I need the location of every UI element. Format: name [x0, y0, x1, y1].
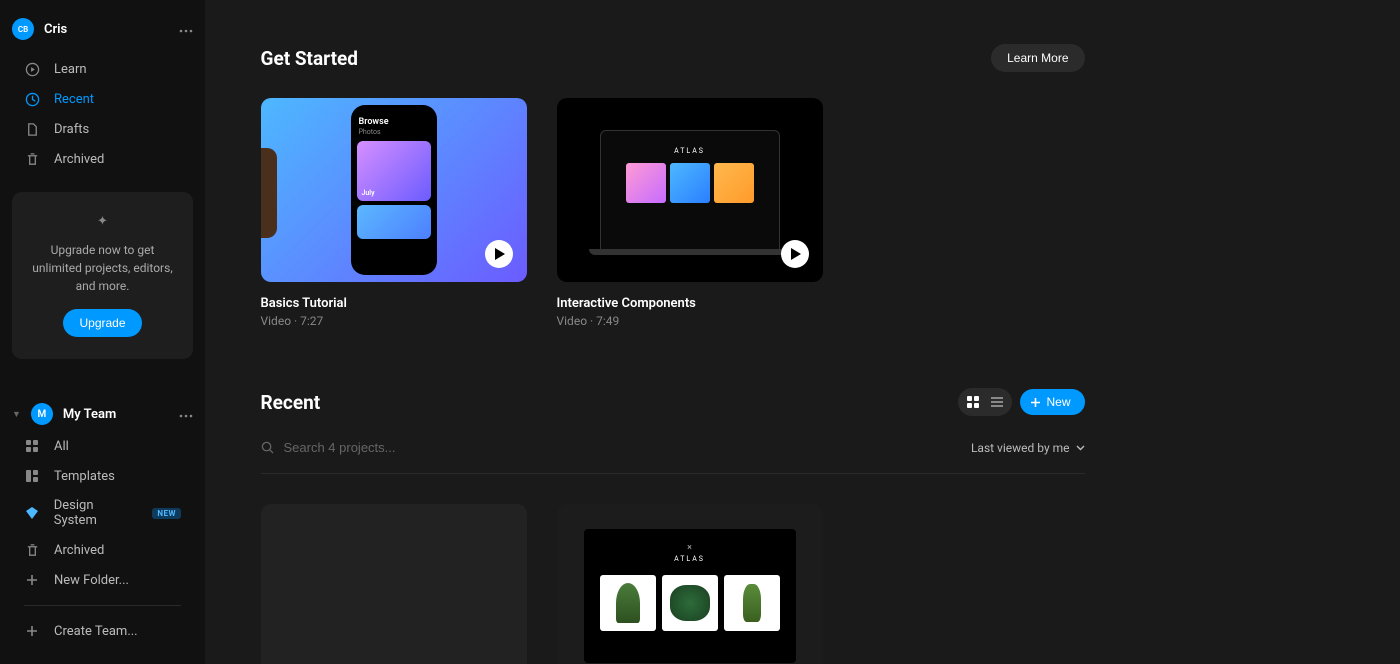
- new-badge: NEW: [152, 508, 181, 519]
- play-icon: [781, 240, 809, 268]
- caret-down-icon: ▼: [12, 409, 21, 420]
- clock-icon: [24, 91, 40, 107]
- team-name: My Team: [63, 407, 169, 422]
- file-icon: [24, 121, 40, 137]
- nav-label: Drafts: [54, 122, 89, 137]
- nav-recent[interactable]: Recent: [12, 84, 193, 114]
- phone-subtitle: Photos: [357, 128, 431, 141]
- play-circle-icon: [24, 61, 40, 77]
- plus-icon: [1030, 397, 1041, 408]
- nav-label: All: [54, 439, 69, 454]
- sidebar: CB Cris Learn Recent Drafts Archived ✦ U…: [0, 0, 205, 664]
- nav-label: Create Team...: [54, 624, 138, 639]
- plus-icon: [24, 623, 40, 639]
- video-cards-row: Browse Photos July Basics Tutorial Video…: [261, 98, 1085, 328]
- diamond-icon: [24, 505, 40, 521]
- user-row: CB Cris: [0, 18, 205, 54]
- sort-label: Last viewed by me: [971, 441, 1070, 455]
- team-item-design-system[interactable]: Design System NEW: [12, 491, 193, 535]
- nav-label: Learn: [54, 62, 87, 77]
- team-row[interactable]: ▼ M My Team: [0, 397, 205, 431]
- team-item-all[interactable]: All: [12, 431, 193, 461]
- nav-drafts[interactable]: Drafts: [12, 114, 193, 144]
- view-toggle: [958, 388, 1012, 416]
- team-avatar: M: [31, 403, 53, 425]
- nav-learn[interactable]: Learn: [12, 54, 193, 84]
- upgrade-text: Upgrade now to get unlimited projects, e…: [30, 241, 175, 295]
- project-card[interactable]: [261, 504, 527, 664]
- plus-icon: [24, 572, 40, 588]
- recent-header: Recent New: [261, 388, 1085, 416]
- nav-archived[interactable]: Archived: [12, 144, 193, 174]
- video-thumbnail: ATLAS: [557, 98, 823, 282]
- team-item-new-folder[interactable]: New Folder...: [12, 565, 193, 595]
- templates-icon: [24, 468, 40, 484]
- project-label: ATLAS: [598, 555, 782, 563]
- video-card-basics[interactable]: Browse Photos July Basics Tutorial Video…: [261, 98, 527, 328]
- video-thumbnail: Browse Photos July: [261, 98, 527, 282]
- new-button-label: New: [1046, 395, 1070, 409]
- video-title: Basics Tutorial: [261, 296, 527, 311]
- section-title: Recent: [261, 391, 321, 414]
- user-name: Cris: [44, 22, 169, 37]
- view-controls: New: [958, 388, 1084, 416]
- team-item-archived[interactable]: Archived: [12, 535, 193, 565]
- trash-icon: [24, 542, 40, 558]
- sort-dropdown[interactable]: Last viewed by me: [971, 441, 1085, 455]
- get-started-header: Get Started Learn More: [261, 44, 1085, 72]
- list-view-button[interactable]: [985, 391, 1009, 413]
- video-card-interactive[interactable]: ATLAS Interactive Components Video · 7:4…: [557, 98, 823, 328]
- nav-label: Archived: [54, 543, 104, 558]
- search-row: Last viewed by me: [261, 438, 1085, 474]
- section-title: Get Started: [261, 47, 358, 70]
- search-icon: [261, 441, 274, 454]
- grid-icon: [24, 438, 40, 454]
- main-content: Get Started Learn More Browse Photos Jul…: [205, 0, 1400, 664]
- play-icon: [485, 240, 513, 268]
- team-menu-icon[interactable]: [179, 406, 193, 422]
- nav-label: Design System: [54, 498, 139, 528]
- video-meta: Video · 7:49: [557, 314, 823, 328]
- project-card[interactable]: × ATLAS: [557, 504, 823, 664]
- upgrade-card: ✦ Upgrade now to get unlimited projects,…: [12, 192, 193, 359]
- phone-title: Browse: [357, 113, 431, 128]
- grid-view-button[interactable]: [961, 391, 985, 413]
- project-cards-row: × ATLAS: [261, 504, 1085, 664]
- learn-more-button[interactable]: Learn More: [991, 44, 1084, 72]
- user-menu-icon[interactable]: [179, 21, 193, 37]
- nav-label: Archived: [54, 152, 104, 167]
- nav-label: New Folder...: [54, 573, 129, 588]
- sparkle-icon: ✦: [30, 214, 175, 229]
- trash-icon: [24, 151, 40, 167]
- nav-label: Recent: [54, 92, 94, 107]
- nav-label: Templates: [54, 469, 115, 484]
- team-item-templates[interactable]: Templates: [12, 461, 193, 491]
- video-title: Interactive Components: [557, 296, 823, 311]
- create-team-button[interactable]: Create Team...: [12, 616, 193, 646]
- divider: [24, 605, 181, 606]
- chevron-down-icon: [1076, 445, 1085, 451]
- search-input[interactable]: [284, 438, 971, 457]
- phone-month: July: [362, 189, 375, 197]
- video-meta: Video · 7:27: [261, 314, 527, 328]
- new-button[interactable]: New: [1020, 389, 1084, 415]
- laptop-label: ATLAS: [615, 147, 765, 155]
- upgrade-button[interactable]: Upgrade: [63, 309, 141, 337]
- user-avatar[interactable]: CB: [12, 18, 34, 40]
